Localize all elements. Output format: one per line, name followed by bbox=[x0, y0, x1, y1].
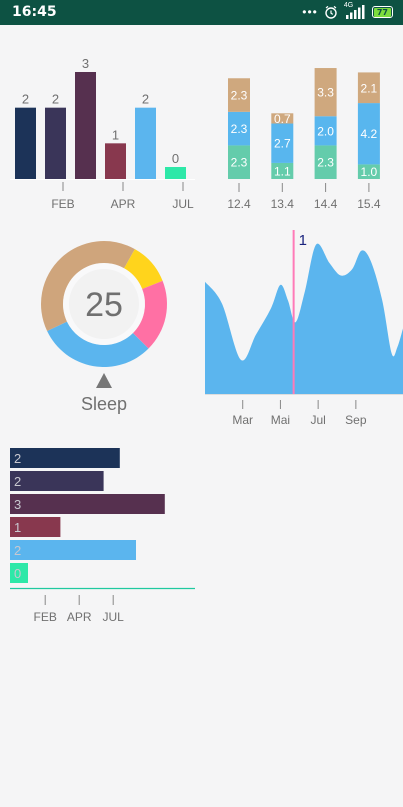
battery-icon: 77 bbox=[371, 6, 393, 18]
segment-value-label: 4.2 bbox=[361, 127, 378, 141]
bar-value-label: 0 bbox=[14, 566, 21, 581]
status-bar: 16:45 ••• 4G 77 bbox=[0, 0, 403, 25]
x-tick-label: Mar bbox=[232, 413, 253, 427]
donut-selected-label: Sleep bbox=[81, 394, 127, 414]
bar-value-label: 2 bbox=[14, 451, 21, 466]
segment-value-label: 2.3 bbox=[231, 122, 248, 136]
status-time: 16:45 bbox=[12, 4, 57, 20]
segment-value-label: 3.3 bbox=[317, 86, 334, 100]
x-tick-label: Sep bbox=[345, 413, 367, 427]
highlight-value-label: 1 bbox=[299, 232, 307, 249]
stacked-bar-chart-panel: 2.3 2.3 2.3 12.4 1.1 2.7 0.7 13.4 2.3 2.0 3.3 14.4 1… bbox=[210, 30, 403, 220]
x-tick-label: FEB bbox=[34, 610, 57, 624]
bar[interactable] bbox=[10, 494, 165, 514]
donut-chart-panel: 25 Sleep bbox=[20, 230, 190, 420]
segment-value-label: 1.1 bbox=[274, 164, 291, 178]
alarm-icon bbox=[324, 5, 338, 19]
bar[interactable] bbox=[10, 540, 136, 560]
bar[interactable] bbox=[165, 167, 186, 179]
segment-value-label: 1.0 bbox=[361, 165, 378, 179]
status-icons: ••• 4G 77 bbox=[302, 2, 393, 20]
selection-pointer-icon bbox=[96, 373, 112, 388]
area-series[interactable] bbox=[205, 243, 403, 394]
horizontal-bar-chart[interactable]: 2 2 3 1 2 0 FEB APR JUL bbox=[0, 440, 200, 630]
x-tick-label: 13.4 bbox=[271, 197, 295, 211]
x-tick-label: FEB bbox=[51, 197, 74, 211]
bar[interactable] bbox=[15, 107, 36, 179]
battery-level: 77 bbox=[373, 7, 391, 17]
area-chart-panel: 1 Mar Mai Jul Sep bbox=[200, 225, 403, 435]
donut-chart[interactable]: 25 Sleep bbox=[20, 230, 190, 420]
bar-value-label: 3 bbox=[82, 56, 89, 71]
x-tick-label: 15.4 bbox=[357, 197, 381, 211]
segment-value-label: 0.7 bbox=[274, 112, 291, 126]
stacked-bar-chart[interactable]: 2.3 2.3 2.3 12.4 1.1 2.7 0.7 13.4 2.3 2.0 3.3 14.4 1… bbox=[210, 30, 403, 220]
bar-value-label: 2 bbox=[14, 474, 21, 489]
segment-value-label: 2.0 bbox=[317, 124, 334, 138]
bar-value-label: 3 bbox=[14, 497, 21, 512]
x-tick-label: JUL bbox=[172, 197, 194, 211]
network-label: 4G bbox=[343, 2, 354, 9]
x-tick-label: Mai bbox=[271, 413, 290, 427]
horizontal-bar-chart-panel: 2 2 3 1 2 0 FEB APR JUL bbox=[0, 440, 200, 630]
x-tick-label: JUL bbox=[103, 610, 125, 624]
bar-value-label: 1 bbox=[14, 520, 21, 535]
bar-value-label: 1 bbox=[112, 127, 119, 142]
bar[interactable] bbox=[10, 448, 120, 468]
vertical-bar-chart[interactable]: 2 2 3 1 2 0 FEB APR JUL bbox=[0, 30, 200, 220]
signal-icon: 4G bbox=[343, 2, 366, 19]
bar[interactable] bbox=[75, 72, 96, 179]
area-chart[interactable]: 1 Mar Mai Jul Sep bbox=[200, 225, 403, 435]
x-tick-label: 12.4 bbox=[227, 197, 251, 211]
x-tick-label: Jul bbox=[310, 413, 325, 427]
segment-value-label: 2.7 bbox=[274, 137, 291, 151]
bar-value-label: 2 bbox=[14, 543, 21, 558]
x-tick-label: APR bbox=[67, 610, 92, 624]
bar-value-label: 2 bbox=[142, 92, 149, 107]
dots-icon: ••• bbox=[302, 5, 318, 19]
bar[interactable] bbox=[45, 107, 66, 179]
bar[interactable] bbox=[10, 471, 104, 491]
vertical-bar-chart-panel: 2 2 3 1 2 0 FEB APR JUL bbox=[0, 30, 200, 220]
x-tick-label: APR bbox=[111, 197, 136, 211]
bar[interactable] bbox=[105, 143, 126, 179]
segment-value-label: 2.3 bbox=[231, 156, 248, 170]
segment-value-label: 2.3 bbox=[317, 156, 334, 170]
x-tick-label: 14.4 bbox=[314, 197, 338, 211]
bar-value-label: 2 bbox=[22, 92, 29, 107]
segment-value-label: 2.3 bbox=[231, 89, 248, 103]
donut-center-value: 25 bbox=[85, 286, 123, 324]
bar-value-label: 0 bbox=[172, 151, 179, 166]
bar[interactable] bbox=[135, 107, 156, 179]
segment-value-label: 2.1 bbox=[361, 81, 378, 95]
bar-value-label: 2 bbox=[52, 92, 59, 107]
